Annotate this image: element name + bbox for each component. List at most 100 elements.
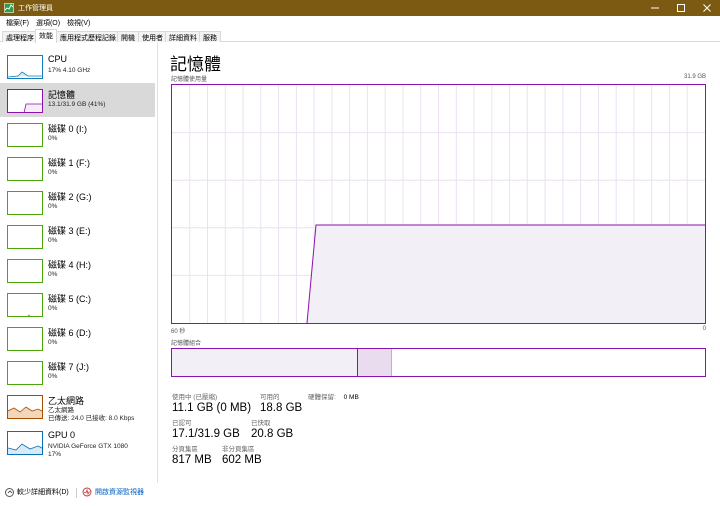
memory-composition-bar (171, 348, 706, 377)
stat-available: 可用的 18.8 GB (260, 391, 302, 414)
tab-processes[interactable]: 處理程序 (2, 31, 38, 42)
sidebar-item-label: 磁碟 6 (D:) (48, 328, 92, 338)
composition-label: 記憶體組合 (171, 341, 202, 347)
stat-value: 0 MB (343, 394, 359, 401)
sidebar-item-value: 0% (48, 305, 58, 312)
tab-users[interactable]: 使用者 (138, 31, 167, 42)
sidebar-item-disk-6[interactable]: 磁碟 6 (D:) 0% (0, 321, 155, 355)
sidebar-item-disk-1[interactable]: 磁碟 1 (F:) 0% (0, 151, 155, 185)
menu-options[interactable]: 選項(O) (34, 16, 65, 29)
maximize-icon (677, 4, 685, 12)
gpu-model: NVIDIA GeForce GTX 1080 (48, 443, 128, 450)
disk-thumbnail-graph (7, 191, 43, 215)
stat-cached: 已快取 20.8 GB (251, 417, 293, 440)
tab-app-history[interactable]: 應用程式歷程記錄 (56, 31, 120, 42)
sidebar-item-value: 13.1/31.9 GB (41%) (48, 101, 106, 108)
title-bar: 工作管理員 (0, 0, 720, 16)
sidebar-item-label: 磁碟 3 (E:) (48, 226, 91, 236)
resource-sidebar: CPU 17% 4.10 GHz 記憶體 13.1/31.9 GB (41%) … (0, 43, 158, 483)
sidebar-item-disk-2[interactable]: 磁碟 2 (G:) 0% (0, 185, 155, 219)
disk-thumbnail-graph (7, 293, 43, 317)
sidebar-item-value: 0% (48, 373, 58, 380)
stat-value: 18.8 GB (260, 402, 303, 414)
stat-value: 20.8 GB (251, 428, 294, 440)
stat-committed: 已認可 17.1/31.9 GB (172, 417, 240, 440)
stat-label: 使用中 (已壓縮) (172, 394, 218, 401)
sidebar-item-disk-7[interactable]: 磁碟 7 (J:) 0% (0, 355, 155, 389)
maximize-button[interactable] (668, 0, 694, 16)
stat-in-use: 使用中 (已壓縮) 11.1 GB (0 MB) (172, 391, 251, 414)
minimize-button[interactable] (642, 0, 668, 16)
stat-non-paged-pool: 非分頁集區 602 MB (222, 443, 262, 466)
sidebar-item-label: 磁碟 7 (J:) (48, 362, 90, 372)
resource-monitor-label: 開啟資源監視器 (95, 489, 144, 496)
stat-value: 817 MB (172, 454, 212, 466)
close-button[interactable] (694, 0, 720, 16)
disk-thumbnail-graph (7, 157, 43, 181)
sidebar-item-memory[interactable]: 記憶體 13.1/31.9 GB (41%) (0, 83, 155, 117)
menu-bar: 檔案(F) 選項(O) 檢視(V) (0, 16, 720, 29)
sidebar-item-value: 0% (48, 237, 58, 244)
stat-value: 602 MB (222, 454, 262, 466)
ethernet-thumbnail-graph (7, 395, 43, 419)
ethernet-throughput: 已傳送: 24.0 已接收: 8.0 Kbps (48, 414, 135, 422)
tab-details[interactable]: 詳細資料 (165, 31, 201, 42)
sidebar-item-disk-4[interactable]: 磁碟 4 (H:) 0% (0, 253, 155, 287)
sidebar-item-ethernet[interactable]: 乙太網路 乙太網路 已傳送: 24.0 已接收: 8.0 Kbps (0, 389, 155, 425)
tab-startup[interactable]: 開機 (117, 31, 139, 42)
gpu-usage: 17% (48, 450, 62, 458)
window-title: 工作管理員 (18, 5, 53, 12)
sidebar-item-value: 17% 4.10 GHz (48, 67, 91, 74)
fewer-details-label: 較少詳細資料(D) (17, 489, 69, 496)
sidebar-item-value: 乙太網路 已傳送: 24.0 已接收: 8.0 Kbps (48, 407, 134, 422)
sidebar-item-value: NVIDIA GeForce GTX 1080 17% (48, 443, 128, 458)
usage-graph-label: 記憶體使用量 (171, 77, 208, 83)
sidebar-item-value: 0% (48, 135, 58, 142)
tab-performance[interactable]: 效能 (35, 29, 57, 43)
footer-bar: 較少詳細資料(D) 開啟資源監視器 (0, 483, 720, 506)
sidebar-item-disk-0[interactable]: 磁碟 0 (I:) 0% (0, 117, 155, 151)
memory-thumbnail-graph (7, 89, 43, 113)
ethernet-adapter-name: 乙太網路 (48, 407, 74, 414)
stat-value: 17.1/31.9 GB (172, 428, 240, 440)
tab-services[interactable]: 服務 (199, 31, 221, 42)
open-resource-monitor-link[interactable]: 開啟資源監視器 (82, 487, 144, 497)
modified-segment (358, 349, 392, 376)
sidebar-item-disk-3[interactable]: 磁碟 3 (E:) 0% (0, 219, 155, 253)
disk-thumbnail-graph (7, 225, 43, 249)
sidebar-item-value: 0% (48, 339, 58, 346)
menu-file[interactable]: 檔案(F) (4, 16, 34, 29)
stat-label: 分頁集區 (172, 446, 198, 453)
page-title: 記憶體 (170, 55, 221, 74)
sidebar-item-cpu[interactable]: CPU 17% 4.10 GHz (0, 49, 155, 83)
chevron-up-icon (5, 487, 14, 497)
sidebar-item-label: 記憶體 (48, 90, 76, 100)
disk-thumbnail-graph (7, 259, 43, 283)
stat-label: 可用的 (260, 394, 280, 401)
memory-panel: 記憶體 記憶體使用量 31.9 GB 60 秒 0 記憶體組合 使用中 (已壓縮… (160, 43, 720, 483)
resource-monitor-icon (82, 487, 92, 497)
sidebar-item-label: CPU (48, 54, 68, 64)
memory-usage-graph (171, 84, 706, 324)
stat-label: 已認可 (172, 420, 192, 427)
menu-view[interactable]: 檢視(V) (65, 16, 95, 29)
stat-label: 硬體保留: (308, 394, 336, 401)
memory-usage-chart (172, 85, 705, 323)
sidebar-item-value: 0% (48, 169, 58, 176)
sidebar-item-label: 磁碟 0 (I:) (48, 124, 88, 134)
sidebar-item-label: 磁碟 4 (H:) (48, 260, 92, 270)
time-axis-start-label: 60 秒 (171, 329, 186, 335)
sidebar-item-label: GPU 0 (48, 430, 76, 440)
disk-thumbnail-graph (7, 123, 43, 147)
sidebar-item-value: 0% (48, 203, 58, 210)
footer-divider (76, 488, 77, 498)
fewer-details-button[interactable]: 較少詳細資料(D) (5, 487, 69, 497)
sidebar-item-disk-5[interactable]: 磁碟 5 (C:) 0% (0, 287, 155, 321)
sidebar-item-label: 磁碟 1 (F:) (48, 158, 90, 168)
stat-paged-pool: 分頁集區 817 MB (172, 443, 212, 466)
stat-label: 非分頁集區 (222, 446, 255, 453)
minimize-icon (651, 7, 659, 9)
sidebar-item-gpu[interactable]: GPU 0 NVIDIA GeForce GTX 1080 17% (0, 425, 155, 463)
stat-value: 11.1 GB (0 MB) (172, 402, 252, 414)
tab-bar: 處理程序 效能 應用程式歷程記錄 開機 使用者 詳細資料 服務 (0, 29, 720, 43)
